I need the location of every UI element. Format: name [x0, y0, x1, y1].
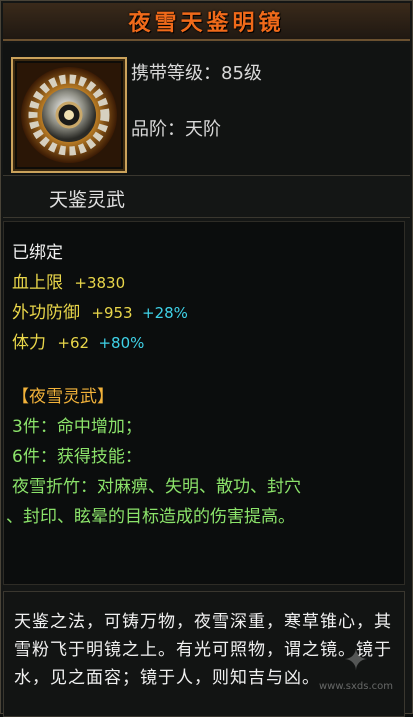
- stat-stamina: 体力 +62 +80%: [12, 328, 144, 353]
- carry-level: 携带等级：85级: [131, 63, 262, 84]
- item-type: 天鉴灵武: [49, 189, 126, 211]
- stat-defense-label: 外功防御: [12, 303, 80, 323]
- item-info-section: 携带等级：85级 品阶：天阶: [3, 43, 410, 176]
- set-bonus-6: 6件：获得技能：: [12, 447, 142, 467]
- item-tooltip: 夜雪天鉴明镜 携带等级：85级 品阶：天阶 天鉴灵武 已绑定 血上限 +3830…: [0, 0, 413, 717]
- stats-panel: 已绑定 血上限 +3830 外功防御 +953 +28% 体力 +62 +80%…: [3, 221, 405, 585]
- set-bonus-3: 3件：命中增加；: [12, 417, 142, 437]
- title-bar: 夜雪天鉴明镜: [3, 3, 410, 41]
- stat-hp: 血上限 +3830: [12, 268, 125, 293]
- stat-defense: 外功防御 +953 +28%: [12, 298, 188, 323]
- stat-hp-label: 血上限: [12, 273, 63, 293]
- set-title: 【夜雪灵武】: [12, 387, 114, 407]
- stat-stamina-label: 体力: [12, 333, 46, 353]
- stat-defense-value: +953: [91, 304, 133, 322]
- item-icon-frame[interactable]: [11, 57, 127, 173]
- watermark-logo-icon: ✦: [343, 643, 369, 678]
- watermark-text: www.sxds.com: [318, 681, 394, 692]
- stat-hp-value: +3830: [74, 274, 126, 292]
- item-grade: 品阶：天阶: [131, 119, 221, 140]
- mirror-disc-icon: [17, 63, 121, 167]
- stat-defense-bonus: +28%: [142, 304, 188, 322]
- stat-stamina-bonus: +80%: [98, 334, 145, 352]
- stat-stamina-value: +62: [57, 334, 90, 352]
- skill-desc-line-2: 、封印、眩晕的目标造成的伤害提高。: [6, 507, 295, 527]
- item-type-row: 天鉴灵武: [3, 177, 410, 218]
- item-title: 夜雪天鉴明镜: [128, 11, 285, 36]
- site-watermark: ✦ www.sxds.com: [301, 641, 411, 713]
- skill-desc-line-1: 夜雪折竹：对麻痹、失明、散功、封穴: [12, 477, 301, 497]
- bound-status: 已绑定: [12, 243, 63, 263]
